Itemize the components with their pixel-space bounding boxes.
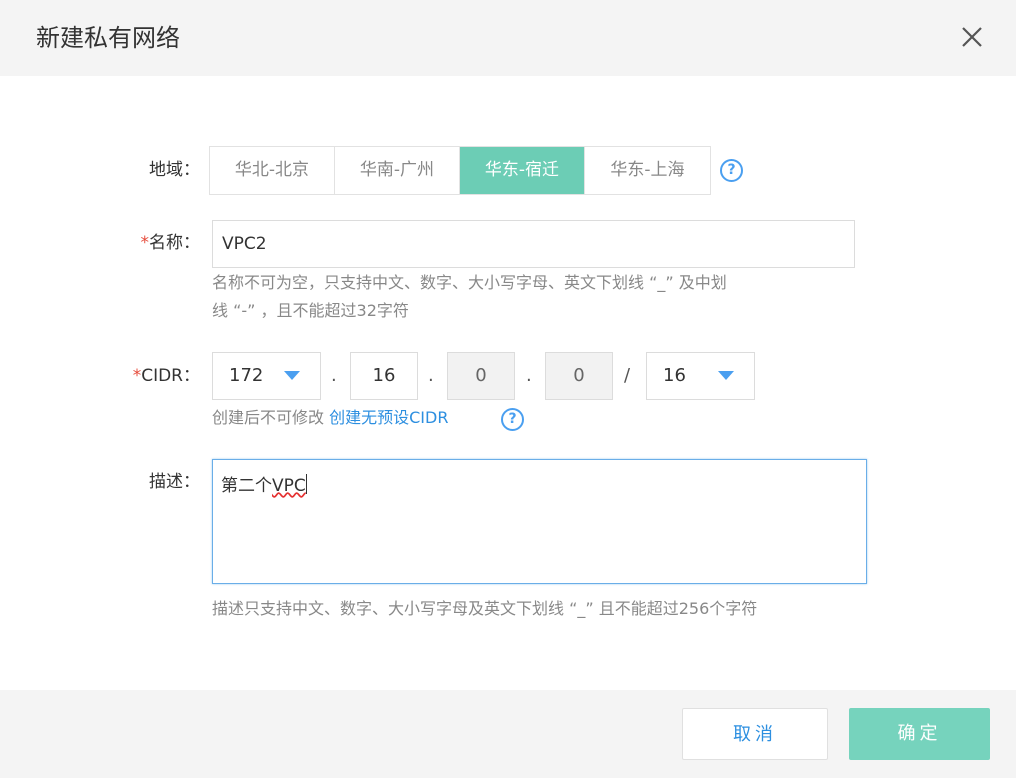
region-help-icon[interactable]: ? [720,159,743,182]
chevron-down-icon [284,371,300,380]
text-cursor [305,474,307,494]
name-label-text: 名称： [149,233,200,253]
required-mark: * [140,233,150,253]
description-label: 描述： [149,472,200,492]
description-text: 第二个 [221,476,272,496]
cidr-dot: . [526,365,532,386]
cidr-label: *CIDR： [10,364,200,388]
close-icon[interactable] [955,20,989,54]
region-tabs: 华北-北京 华南-广州 华东-宿迁 华东-上海 [209,146,711,195]
cidr-hint: 创建后不可修改 创建无预设CIDR [212,405,448,430]
name-input[interactable]: VPC2 [212,220,855,268]
cidr-slash: / [624,365,631,386]
cidr-hint-text: 创建后不可修改 [212,408,325,427]
cidr-octet4-input: 0 [545,352,613,400]
cidr-label-text: CIDR： [141,366,200,386]
create-no-preset-cidr-link[interactable]: 创建无预设CIDR [329,408,448,427]
cidr-mask-value: 16 [663,365,686,386]
dialog-title: 新建私有网络 [36,24,180,52]
name-label: *名称： [10,231,201,255]
required-mark: * [132,366,142,386]
region-tab-shanghai[interactable]: 华东-上海 [585,147,710,194]
cidr-help-icon[interactable]: ? [501,408,524,431]
description-hint: 描述只支持中文、数字、大小写字母及英文下划线 “_” 且不能超过256个字符 [212,599,758,618]
region-tab-suqian[interactable]: 华东-宿迁 [460,147,585,194]
cidr-octet2-input[interactable]: 16 [350,352,418,400]
region-tab-guangzhou[interactable]: 华南-广州 [335,147,460,194]
cidr-octet1-select[interactable]: 172 [212,352,321,400]
chevron-down-icon [718,371,734,380]
name-hint-line2: 线 “-” ，且不能超过32字符 [212,301,409,320]
dialog-header: 新建私有网络 [0,0,1016,76]
name-hint-line1: 名称不可为空，只支持中文、数字、大小写字母、英文下划线 “_” 及中划 [212,273,727,292]
region-tab-beijing[interactable]: 华北-北京 [210,147,335,194]
confirm-button[interactable]: 确定 [849,708,990,760]
cidr-dot: . [428,365,434,386]
cancel-button[interactable]: 取消 [682,708,828,760]
region-label: 地域： [149,160,200,180]
cidr-octet3-input: 0 [447,352,515,400]
description-textarea[interactable]: 第二个VPC [212,459,867,584]
cidr-octet1-value: 172 [229,365,264,386]
cidr-mask-select[interactable]: 16 [646,352,755,400]
cidr-dot: . [331,365,337,386]
description-spell-text: VPC [272,476,306,496]
